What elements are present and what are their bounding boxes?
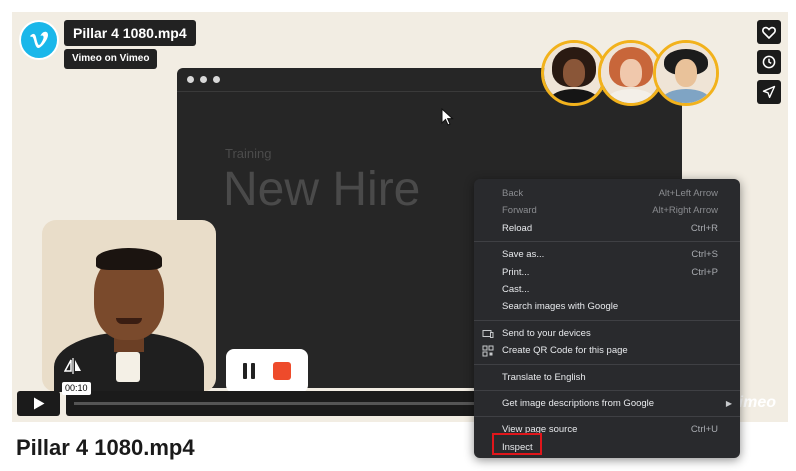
- inspect-highlight-box: [492, 433, 542, 455]
- video-scene-subtitle: Training: [225, 146, 272, 161]
- avatar: [653, 40, 719, 106]
- context-menu: Back Alt+Left Arrow Forward Alt+Right Ar…: [474, 179, 740, 458]
- menu-item-search-images[interactable]: Search images with Google: [474, 298, 740, 315]
- presenter-video: [42, 220, 216, 392]
- menu-item-image-descriptions[interactable]: Get image descriptions from Google ▶: [474, 395, 740, 412]
- submenu-arrow-icon: ▶: [725, 398, 732, 408]
- like-button[interactable]: [757, 20, 781, 44]
- mouse-cursor-icon: [441, 108, 454, 126]
- menu-separator: [474, 363, 740, 365]
- video-scene-title: New Hire: [223, 163, 421, 216]
- video-byline-badge[interactable]: Vimeo on Vimeo: [64, 49, 158, 69]
- pause-icon[interactable]: [243, 363, 255, 379]
- menu-item-forward[interactable]: Forward Alt+Right Arrow: [474, 202, 740, 219]
- clock-icon: [762, 55, 776, 69]
- window-dot-icon: [187, 76, 194, 83]
- progress-bar[interactable]: [66, 391, 486, 416]
- menu-item-qr-code[interactable]: Create QR Code for this page: [474, 342, 740, 359]
- stop-record-icon[interactable]: [273, 362, 291, 380]
- heart-icon: [762, 26, 776, 39]
- progress-track[interactable]: [74, 402, 486, 405]
- page: Training New Hire Pillar 4 1080.mp4 Vime…: [0, 0, 796, 471]
- menu-item-send-to-devices[interactable]: Send to your devices: [474, 325, 740, 342]
- menu-separator: [474, 416, 740, 418]
- page-title: Pillar 4 1080.mp4: [16, 435, 195, 460]
- menu-item-translate[interactable]: Translate to English: [474, 369, 740, 386]
- paper-plane-icon: [762, 85, 776, 99]
- play-icon: [33, 397, 44, 410]
- play-button[interactable]: [17, 391, 60, 416]
- vimeo-logo-icon[interactable]: [19, 20, 59, 60]
- video-title-badge[interactable]: Pillar 4 1080.mp4: [64, 20, 196, 46]
- menu-separator: [474, 319, 740, 321]
- recording-controls: [226, 349, 308, 393]
- qr-code-icon: [482, 345, 494, 357]
- share-button[interactable]: [757, 80, 781, 104]
- flip-icon[interactable]: [64, 358, 82, 374]
- window-dot-icon: [213, 76, 220, 83]
- menu-separator: [474, 241, 740, 243]
- menu-item-back[interactable]: Back Alt+Left Arrow: [474, 185, 740, 202]
- menu-separator: [474, 389, 740, 391]
- menu-item-save-as[interactable]: Save as... Ctrl+S: [474, 246, 740, 263]
- watch-later-button[interactable]: [757, 50, 781, 74]
- time-tooltip: 00:10: [62, 382, 91, 395]
- menu-item-reload[interactable]: Reload Ctrl+R: [474, 220, 740, 237]
- window-dot-icon: [200, 76, 207, 83]
- menu-item-print[interactable]: Print... Ctrl+P: [474, 264, 740, 281]
- menu-item-cast[interactable]: Cast...: [474, 281, 740, 298]
- devices-icon: [482, 329, 494, 338]
